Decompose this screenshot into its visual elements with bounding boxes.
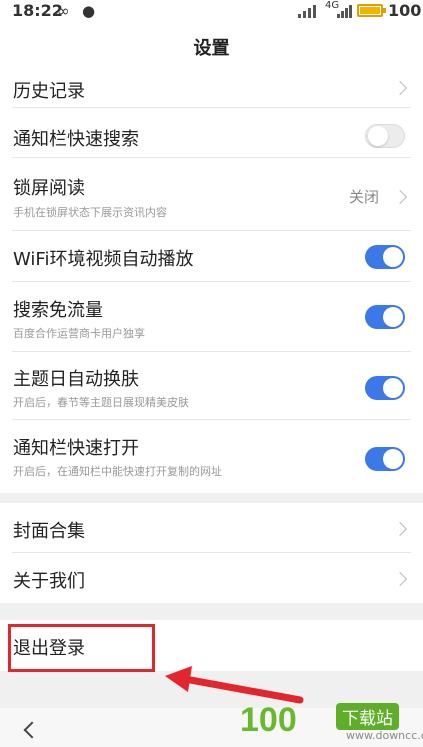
annotation-arrow [165, 666, 304, 704]
watermark-url: www.downcc.com [346, 729, 423, 742]
watermark-number: 100 [240, 701, 297, 739]
watermark-logo: 100 下载站 www.downcc.com [240, 695, 423, 747]
watermark-tag: 下载站 [336, 703, 399, 730]
